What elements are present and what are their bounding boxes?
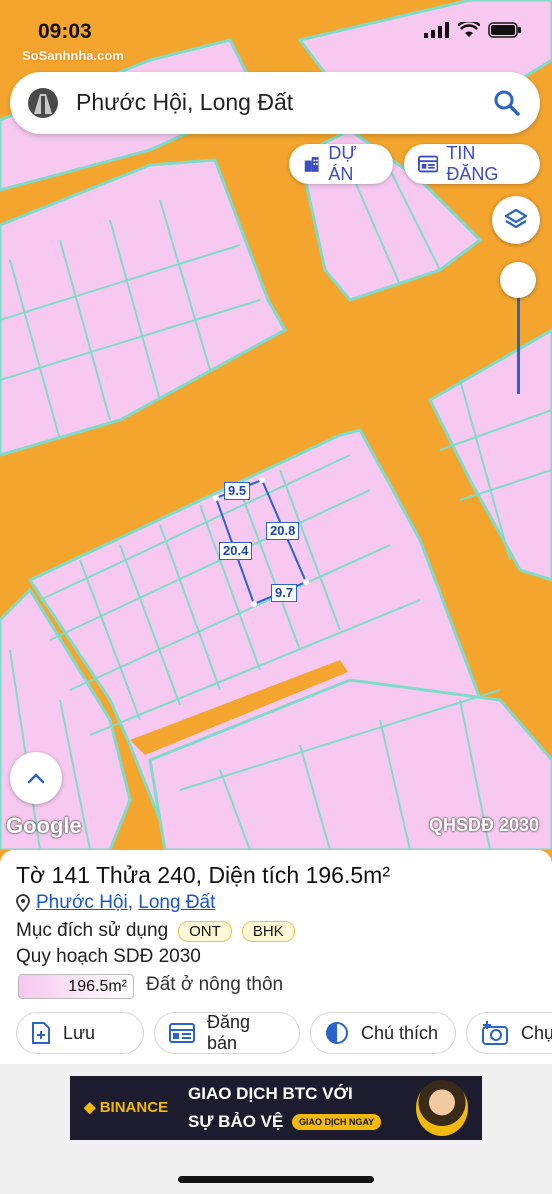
location-link-ward[interactable]: Phước Hội	[36, 892, 128, 913]
opacity-slider-knob[interactable]	[500, 262, 536, 298]
location-separator: ,	[127, 892, 133, 913]
parcel-info-sheet: Tờ 141 Thửa 240, Diện tích 196.5m² Phước…	[0, 850, 552, 1070]
building-icon	[304, 157, 319, 172]
action-bar: Lưu Đăng bán Chú thích Chụ	[0, 1012, 552, 1058]
plan-heading: Quy hoạch SDĐ 2030	[16, 946, 201, 967]
ad-brand: BINANCE	[99, 1099, 169, 1116]
contrast-icon	[326, 1022, 348, 1044]
binance-logo: ◆ BINANCE	[84, 1098, 168, 1116]
parcel-location: Phước Hội, Long Đất	[16, 892, 215, 914]
layers-icon	[504, 208, 528, 229]
dimension-label-bottom: 9.7	[271, 584, 298, 602]
location-link-district[interactable]: Long Đất	[138, 892, 215, 913]
parcel-title: Tờ 141 Thửa 240, Diện tích 196.5m²	[16, 862, 390, 888]
project-chip[interactable]: DỰ ÁN	[289, 143, 393, 184]
search-bar[interactable]: Phước Hội, Long Đất	[10, 72, 540, 134]
google-logo: Google	[6, 813, 82, 838]
land-use-purpose: Mục đích sử dụng ONT BHK	[16, 920, 295, 942]
signal-icon	[424, 22, 449, 38]
ad-area: ◆ BINANCE GIAO DỊCH BTC VỚI SỰ BẢO VỆ GI…	[0, 1064, 552, 1194]
expand-button[interactable]	[10, 752, 62, 804]
dimension-label-right: 20.8	[266, 522, 300, 540]
search-icon[interactable]	[492, 88, 522, 118]
purpose-tag-ont: ONT	[178, 920, 232, 942]
capture-button[interactable]: Chụ	[466, 1012, 552, 1054]
ad-person-image	[416, 1080, 468, 1136]
legend-button[interactable]: Chú thích	[310, 1012, 456, 1054]
watermark: SoSanhnha.com	[22, 48, 124, 63]
ad-headline-1: GIAO DỊCH BTC VỚI	[188, 1084, 353, 1103]
capture-label: Chụ	[521, 1022, 552, 1043]
listing-chip-label: TIN ĐĂNG	[446, 143, 499, 184]
app-logo-icon	[28, 88, 58, 118]
status-icons	[424, 22, 522, 38]
wifi-icon	[458, 22, 480, 37]
dimension-label-top: 9.5	[224, 482, 251, 500]
location-pin-icon	[16, 894, 30, 912]
project-chip-label: DỰ ÁN	[328, 143, 357, 184]
camera-icon	[482, 1021, 508, 1045]
opacity-slider-track[interactable]	[517, 282, 520, 394]
legend-label: Chú thích	[361, 1022, 439, 1043]
home-indicator[interactable]	[178, 1176, 374, 1183]
area-value-bar: 196.5m²	[18, 974, 134, 999]
post-sale-button[interactable]: Đăng bán	[154, 1012, 300, 1054]
binance-diamond-icon: ◆	[84, 1099, 96, 1116]
listing-chip[interactable]: TIN ĐĂNG	[404, 143, 540, 184]
status-time: 09:03	[38, 20, 92, 43]
purpose-label: Mục đích sử dụng	[16, 920, 169, 941]
listing-icon	[418, 155, 439, 173]
ad-banner[interactable]: ◆ BINANCE GIAO DỊCH BTC VỚI SỰ BẢO VỆ GI…	[70, 1076, 482, 1140]
area-description: Đất ở nông thôn	[146, 974, 284, 995]
save-button[interactable]: Lưu	[16, 1012, 144, 1054]
plan-layer-label: QHSDĐ 2030	[429, 815, 540, 835]
post-sale-label: Đăng bán	[206, 1012, 251, 1053]
dimension-label-left: 20.4	[219, 542, 253, 560]
add-file-icon	[32, 1022, 50, 1044]
save-label: Lưu	[63, 1022, 96, 1043]
ad-headline-2: SỰ BẢO VỆ	[188, 1112, 284, 1131]
purpose-tag-bhk: BHK	[241, 920, 295, 942]
status-bar: 09:03 SoSanhnha.com	[0, 0, 552, 63]
ad-cta-button[interactable]: GIAO DỊCH NGAY	[292, 1114, 382, 1130]
battery-icon	[488, 22, 521, 38]
chevron-up-icon	[27, 773, 45, 784]
listing-icon	[169, 1023, 195, 1043]
search-text[interactable]: Phước Hội, Long Đất	[76, 89, 293, 116]
layers-button[interactable]	[492, 196, 540, 244]
